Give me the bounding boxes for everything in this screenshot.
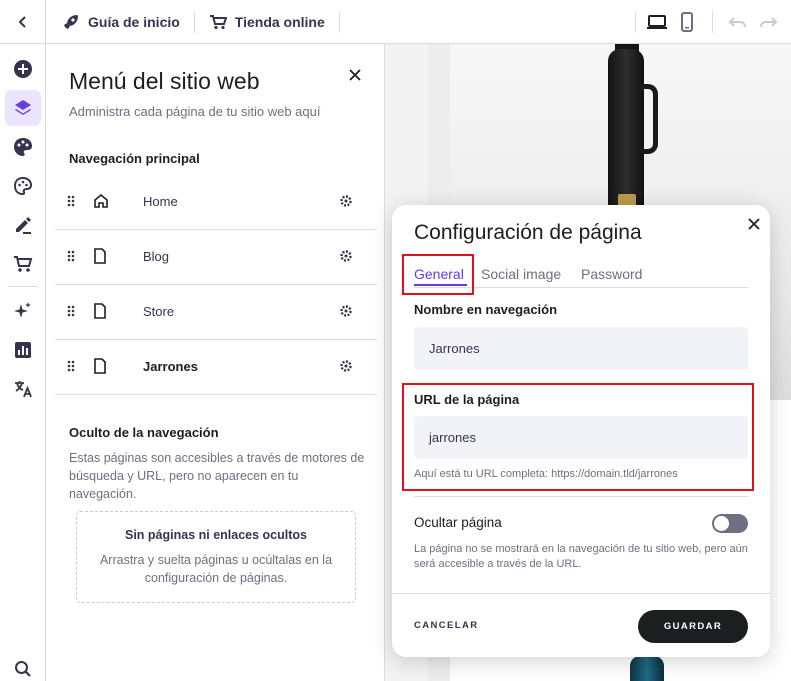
hidden-pages-dropzone[interactable]: Sin páginas ni enlaces ocultos Arrastra … — [76, 511, 356, 603]
save-button[interactable]: GUARDAR — [638, 610, 748, 643]
gear-icon[interactable] — [339, 194, 353, 208]
toggle-knob — [714, 516, 729, 531]
close-panel-button[interactable] — [345, 65, 365, 85]
online-store-link[interactable]: Tienda online — [195, 0, 339, 44]
nav-item-jarrones[interactable]: Jarrones — [55, 340, 377, 395]
divider — [8, 286, 38, 287]
guide-label: Guía de inicio — [88, 13, 180, 30]
nav-item-home[interactable]: Home — [55, 175, 377, 230]
pencil-icon — [16, 217, 31, 234]
drag-handle-icon[interactable] — [67, 360, 75, 372]
navigation-name-input[interactable]: Jarrones — [414, 327, 748, 370]
close-icon — [349, 69, 361, 81]
main-navigation-heading: Navegación principal — [69, 151, 200, 166]
sparkles-icon — [14, 302, 31, 318]
cart-icon — [209, 14, 227, 29]
page-settings-modal: Configuración de página General Social i… — [392, 205, 770, 657]
modal-title: Configuración de página — [414, 221, 642, 244]
panel-subtitle: Administra cada página de tu sitio web a… — [69, 104, 321, 119]
divider — [635, 11, 636, 33]
tab-social-image[interactable]: Social image — [481, 266, 561, 282]
gear-icon[interactable] — [339, 249, 353, 263]
page-url-label: URL de la página — [414, 392, 520, 407]
redo-button[interactable] — [753, 0, 783, 44]
undo-button[interactable] — [723, 0, 753, 44]
search-button[interactable] — [5, 651, 41, 681]
guide-link[interactable]: Guía de inicio — [46, 0, 194, 44]
divider — [338, 10, 340, 33]
close-modal-button[interactable] — [744, 214, 764, 234]
edit-button[interactable] — [5, 207, 41, 243]
gear-icon[interactable] — [339, 304, 353, 318]
gear-icon[interactable] — [339, 359, 353, 373]
top-bar: Guía de inicio Tienda online — [0, 0, 791, 44]
plus-circle-icon — [14, 60, 32, 78]
desktop-view-button[interactable] — [642, 0, 672, 44]
site-menu-button[interactable] — [5, 90, 41, 126]
cart-icon — [14, 256, 33, 272]
vase-shape — [630, 656, 664, 681]
page-url-input[interactable]: jarrones — [414, 416, 748, 459]
left-toolbar — [0, 44, 46, 681]
empty-state-text: Arrastra y suelta páginas u ocúltalas en… — [99, 553, 333, 585]
drag-handle-icon[interactable] — [67, 195, 75, 207]
laptop-icon — [647, 15, 667, 29]
page-icon — [94, 248, 106, 264]
home-icon — [94, 193, 108, 208]
back-button[interactable] — [0, 0, 46, 44]
panel-title: Menú del sitio web — [69, 68, 260, 94]
undo-icon — [728, 17, 746, 28]
search-icon — [15, 661, 31, 677]
nav-item-label: Store — [143, 304, 175, 319]
page-icon — [94, 303, 106, 319]
divider — [414, 496, 748, 497]
site-menu-panel: Menú del sitio web Administra cada págin… — [47, 44, 385, 681]
store-label: Tienda online — [234, 13, 325, 30]
empty-state-title: Sin páginas ni enlaces ocultos — [125, 528, 307, 542]
page-icon — [94, 358, 106, 374]
styles-button[interactable] — [5, 129, 41, 165]
translate-icon — [15, 381, 32, 398]
add-element-button[interactable] — [5, 51, 41, 87]
highlight-box — [402, 254, 474, 295]
hide-page-description: La página no se mostrará en la navegació… — [414, 543, 748, 570]
nav-item-label: Blog — [143, 249, 170, 264]
nav-item-blog[interactable]: Blog — [55, 230, 377, 285]
divider — [392, 593, 770, 594]
vase-shape — [640, 84, 658, 154]
hidden-navigation-heading: Oculto de la navegación — [69, 425, 219, 440]
view-controls — [635, 0, 791, 44]
nav-item-label: Home — [143, 194, 178, 209]
drag-handle-icon[interactable] — [67, 250, 75, 262]
layers-icon — [15, 100, 31, 115]
hide-page-label: Ocultar página — [414, 515, 502, 530]
hidden-navigation-description: Estas páginas son accesibles a través de… — [69, 451, 365, 501]
nav-item-store[interactable]: Store — [55, 285, 377, 340]
bar-chart-icon — [15, 342, 31, 358]
nav-item-label: Jarrones — [143, 359, 198, 374]
palette-icon — [14, 138, 32, 156]
phone-icon — [681, 12, 693, 32]
close-icon — [748, 218, 760, 230]
redo-icon — [760, 17, 778, 28]
drag-handle-icon[interactable] — [67, 305, 75, 317]
translate-button[interactable] — [5, 371, 41, 407]
full-url-hint: Aquí está tu URL completa: https://domai… — [414, 468, 678, 480]
colors-button[interactable] — [5, 168, 41, 204]
analytics-button[interactable] — [5, 332, 41, 368]
store-button[interactable] — [5, 246, 41, 282]
palette-outline-icon — [13, 176, 33, 196]
tab-password[interactable]: Password — [581, 266, 642, 282]
divider — [712, 11, 713, 33]
hide-page-toggle[interactable] — [712, 514, 748, 533]
navigation-name-label: Nombre en navegación — [414, 302, 558, 317]
ai-tools-button[interactable] — [5, 293, 41, 329]
chevron-left-icon — [18, 15, 26, 28]
rocket-icon — [64, 14, 78, 29]
cancel-button[interactable]: CANCELAR — [414, 620, 479, 631]
mobile-view-button[interactable] — [672, 0, 702, 44]
